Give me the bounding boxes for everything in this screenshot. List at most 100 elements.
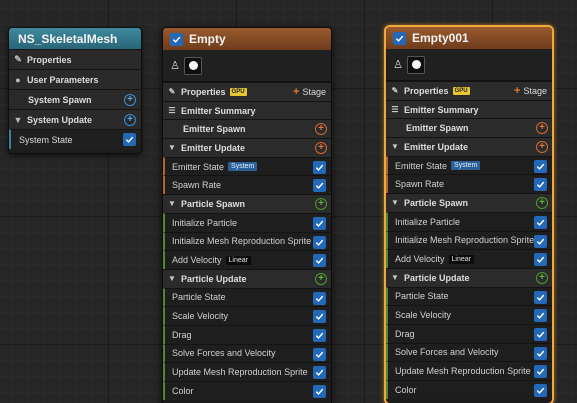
module-row[interactable]: Update Mesh Reproduction Sprite <box>163 362 331 381</box>
module-row[interactable]: Color <box>386 380 552 399</box>
emitter-enabled-checkbox[interactable] <box>170 32 183 46</box>
system-update-row[interactable]: ▼ System Update + <box>9 109 141 129</box>
emitter-title-bar[interactable]: Empty001 <box>386 27 552 49</box>
emitter-update-row[interactable]: ▼ Emitter Update + <box>386 137 552 156</box>
module-enabled-checkbox[interactable] <box>313 328 326 342</box>
sprite-renderer-thumbnail[interactable] <box>184 56 202 75</box>
sprite-renderer-thumbnail[interactable] <box>407 55 425 74</box>
module-enabled-checkbox[interactable] <box>534 253 547 267</box>
render-icon[interactable]: ♙ <box>170 59 180 72</box>
collapse-arrow-icon[interactable]: ▼ <box>390 142 400 151</box>
module-row[interactable]: Spawn Rate <box>163 175 331 195</box>
module-enabled-checkbox[interactable] <box>534 234 547 248</box>
emitter-properties-row[interactable]: ✎ Properties GPU + Stage <box>163 82 331 101</box>
emitter-node-empty[interactable]: Empty ♙ ✎ Properties GPU + Stage ☰ Emitte… <box>162 27 332 403</box>
module-enabled-checkbox[interactable] <box>313 254 326 268</box>
system-spawn-row[interactable]: System Spawn + <box>9 89 141 109</box>
module-enabled-checkbox[interactable] <box>534 290 547 304</box>
module-enabled-checkbox[interactable] <box>534 159 547 173</box>
module-row[interactable]: Solve Forces and Velocity <box>163 343 331 363</box>
particle-update-row[interactable]: ▼ Particle Update + <box>386 267 552 287</box>
emitter-spawn-row[interactable]: Emitter Spawn + <box>386 118 552 138</box>
module-enabled-checkbox[interactable] <box>534 215 547 229</box>
emitter-title[interactable]: Empty001 <box>412 31 469 45</box>
module-enabled-checkbox[interactable] <box>313 366 326 380</box>
module-row[interactable]: Particle State <box>386 286 552 306</box>
enabled-checkbox[interactable] <box>123 133 136 146</box>
module-row[interactable]: Add Velocity Linear <box>386 249 552 268</box>
module-row[interactable]: Solve Forces and Velocity <box>386 342 552 362</box>
emitter-properties-row[interactable]: ✎ Properties GPU + Stage <box>386 81 552 100</box>
module-row[interactable]: Emitter State System <box>386 155 552 175</box>
user-icon: ● <box>15 74 21 85</box>
collapse-arrow-icon[interactable]: ▼ <box>167 143 177 152</box>
particle-spawn-row[interactable]: ▼ Particle Spawn + <box>386 193 552 212</box>
module-enabled-checkbox[interactable] <box>534 384 547 397</box>
module-enabled-checkbox[interactable] <box>313 291 326 305</box>
particle-update-row[interactable]: ▼ Particle Update + <box>163 268 331 288</box>
collapse-arrow-icon[interactable]: ▼ <box>13 115 23 125</box>
module-row[interactable]: Initialize Mesh Reproduction Sprite <box>163 231 331 251</box>
add-module-icon[interactable]: + <box>315 123 327 136</box>
add-module-icon[interactable]: + <box>315 142 327 155</box>
emitter-spawn-row[interactable]: Emitter Spawn + <box>163 119 331 139</box>
module-enabled-checkbox[interactable] <box>534 365 547 379</box>
emitter-node-empty001[interactable]: Empty001 ♙ ✎ Properties GPU + Stage ☰ Emi… <box>384 25 554 403</box>
emitter-update-row[interactable]: ▼ Emitter Update + <box>163 138 331 157</box>
add-module-icon[interactable]: + <box>315 272 327 285</box>
module-row[interactable]: Scale Velocity <box>163 306 331 325</box>
module-row[interactable]: Add Velocity Linear <box>163 250 331 269</box>
emitter-summary-row[interactable]: ☰ Emitter Summary <box>163 100 331 120</box>
module-label: Initialize Particle <box>395 216 461 227</box>
system-properties-row[interactable]: ✎ Properties <box>9 49 141 69</box>
user-parameters-row[interactable]: ● User Parameters <box>9 69 141 89</box>
collapse-arrow-icon[interactable]: ▼ <box>167 199 177 208</box>
collapse-arrow-icon[interactable]: ▼ <box>167 274 177 283</box>
module-enabled-checkbox[interactable] <box>313 179 326 193</box>
collapse-arrow-icon[interactable]: ▼ <box>390 273 400 282</box>
emitter-title-bar[interactable]: Empty <box>163 28 331 50</box>
render-icon[interactable]: ♙ <box>393 58 403 71</box>
system-state-row[interactable]: System State <box>9 129 141 149</box>
module-enabled-checkbox[interactable] <box>534 346 547 360</box>
module-enabled-checkbox[interactable] <box>534 178 547 192</box>
pencil-icon: ✎ <box>391 86 399 96</box>
module-enabled-checkbox[interactable] <box>313 347 326 361</box>
add-module-icon[interactable]: + <box>536 271 548 284</box>
add-module-icon[interactable]: + <box>536 122 548 135</box>
system-node-title[interactable]: NS_SkeletalMesh <box>9 28 141 49</box>
module-row[interactable]: Spawn Rate <box>386 174 552 194</box>
module-tag: System <box>228 162 258 172</box>
module-row[interactable]: Color <box>163 381 331 400</box>
emitter-enabled-checkbox[interactable] <box>393 31 406 45</box>
emitter-summary-row[interactable]: ☰ Emitter Summary <box>386 99 552 119</box>
add-module-icon[interactable]: + <box>536 141 548 154</box>
module-enabled-checkbox[interactable] <box>313 216 326 230</box>
emitter-title[interactable]: Empty <box>189 32 226 46</box>
add-module-icon[interactable]: + <box>124 94 136 106</box>
add-module-icon[interactable]: + <box>536 197 548 210</box>
module-row[interactable]: Initialize Particle <box>386 211 552 231</box>
add-module-icon[interactable]: + <box>315 198 327 211</box>
module-row[interactable]: Initialize Particle <box>163 212 331 232</box>
system-node[interactable]: NS_SkeletalMesh ✎ Properties ● User Para… <box>8 27 142 154</box>
module-enabled-checkbox[interactable] <box>534 309 547 323</box>
emitter-spawn-label: Emitter Spawn <box>183 124 246 135</box>
module-enabled-checkbox[interactable] <box>313 235 326 249</box>
module-enabled-checkbox[interactable] <box>313 310 326 324</box>
module-enabled-checkbox[interactable] <box>313 160 326 174</box>
module-row[interactable]: Initialize Mesh Reproduction Sprite <box>386 230 552 250</box>
module-row[interactable]: Scale Velocity <box>386 305 552 324</box>
module-row[interactable]: Drag <box>386 323 552 343</box>
add-stage-button[interactable]: + Stage <box>514 85 547 97</box>
module-row[interactable]: Particle State <box>163 287 331 307</box>
particle-spawn-row[interactable]: ▼ Particle Spawn + <box>163 194 331 213</box>
module-enabled-checkbox[interactable] <box>534 327 547 341</box>
add-stage-button[interactable]: + Stage <box>293 86 326 98</box>
collapse-arrow-icon[interactable]: ▼ <box>390 198 400 207</box>
module-row[interactable]: Update Mesh Reproduction Sprite <box>386 361 552 380</box>
module-row[interactable]: Emitter State System <box>163 156 331 176</box>
module-row[interactable]: Drag <box>163 324 331 344</box>
add-module-icon[interactable]: + <box>124 114 136 126</box>
module-enabled-checkbox[interactable] <box>313 385 326 398</box>
